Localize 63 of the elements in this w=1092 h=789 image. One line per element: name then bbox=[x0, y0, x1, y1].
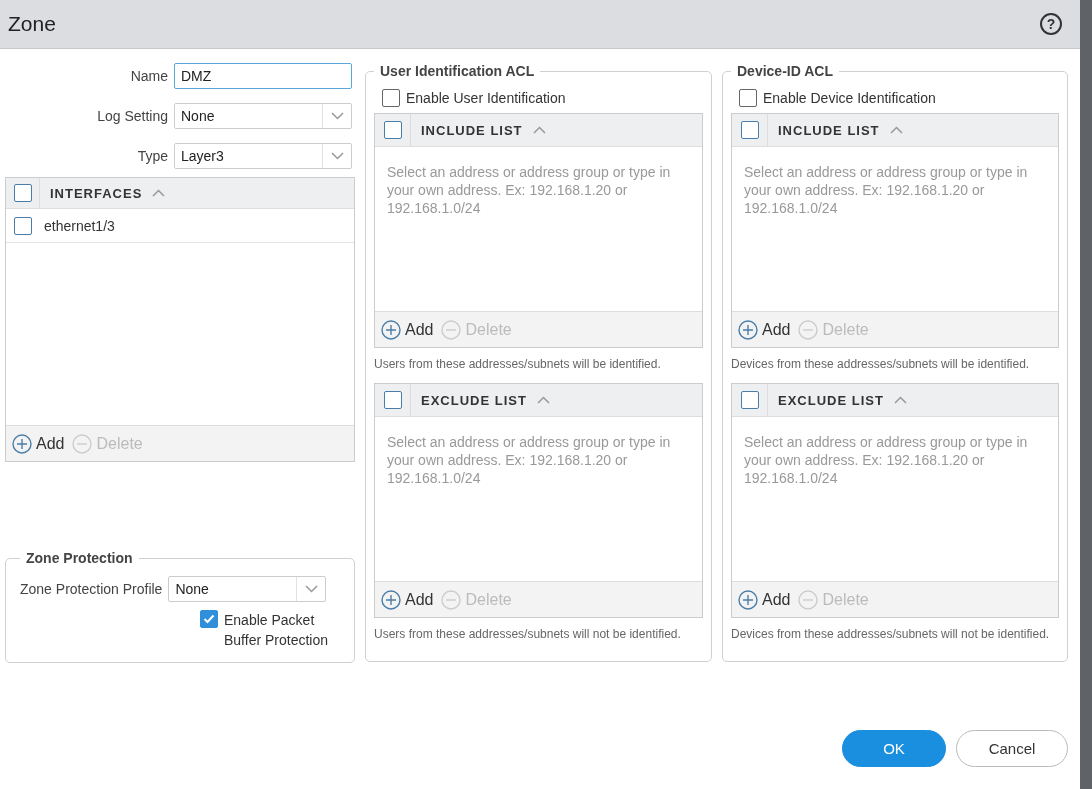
minus-circle-icon bbox=[798, 589, 819, 610]
plus-circle-icon bbox=[738, 319, 758, 340]
group-title: User Identification ACL bbox=[379, 63, 536, 79]
table-cell: ethernet1/3 bbox=[44, 217, 115, 234]
group-title: Device-ID ACL bbox=[736, 63, 834, 79]
checkbox[interactable] bbox=[200, 610, 218, 628]
checkbox[interactable] bbox=[383, 391, 402, 409]
group-title: Zone Protection bbox=[25, 550, 134, 566]
field-label: Zone Protection Profile bbox=[20, 581, 163, 597]
dropdown[interactable]: Layer3 bbox=[174, 143, 352, 169]
checkbox[interactable] bbox=[740, 391, 759, 409]
help-icon[interactable]: ? bbox=[1040, 13, 1062, 35]
checkbox[interactable] bbox=[383, 121, 402, 139]
name-field[interactable]: DMZ bbox=[174, 63, 352, 89]
checkbox[interactable] bbox=[13, 184, 32, 202]
column-header[interactable]: EXCLUDE LIST bbox=[778, 392, 884, 408]
add-button[interactable]: Add bbox=[738, 589, 791, 610]
chevron-up-icon[interactable] bbox=[532, 126, 546, 134]
add-button[interactable]: Add bbox=[381, 319, 434, 340]
checkbox-label: Enable Device Identification bbox=[763, 90, 936, 106]
chevron-down-icon bbox=[304, 585, 318, 593]
minus-circle-icon bbox=[441, 589, 462, 610]
chevron-up-icon[interactable] bbox=[893, 396, 907, 404]
column-header[interactable]: INTERFACES bbox=[50, 185, 143, 201]
minus-circle-icon bbox=[441, 319, 462, 340]
help-text: Users from these addresses/subnets will be identified. bbox=[374, 356, 662, 373]
checkbox[interactable] bbox=[740, 121, 759, 139]
add-button[interactable]: Add bbox=[12, 433, 65, 454]
chevron-down-icon bbox=[330, 152, 344, 160]
chevron-up-icon[interactable] bbox=[889, 126, 903, 134]
checkbox-label: Enable Packet Buffer Protection bbox=[224, 611, 330, 650]
empty-list-hint: Select an address or address group or type in your own address. Ex: 192.168.1.20 or 192.168.1.0/24 bbox=[743, 163, 1029, 218]
minus-circle-icon bbox=[798, 319, 819, 340]
empty-list-hint: Select an address or address group or type in your own address. Ex: 192.168.1.20 or 192.168.1.0/24 bbox=[386, 433, 672, 488]
dropdown[interactable]: None bbox=[174, 103, 352, 129]
field-label: Type bbox=[136, 148, 168, 164]
checkbox[interactable] bbox=[14, 216, 32, 235]
minus-circle-icon bbox=[72, 433, 93, 454]
add-button[interactable]: Add bbox=[381, 589, 434, 610]
field-label: Log Setting bbox=[96, 108, 168, 124]
column-header[interactable]: INCLUDE LIST bbox=[421, 122, 523, 138]
plus-circle-icon bbox=[738, 589, 758, 610]
field-label: Name bbox=[129, 68, 168, 84]
checkbox[interactable] bbox=[739, 89, 757, 107]
help-text: Devices from these addresses/subnets will be identified. bbox=[731, 356, 1031, 373]
plus-circle-icon bbox=[12, 433, 32, 454]
chevron-down-icon bbox=[330, 112, 344, 120]
checkbox[interactable] bbox=[382, 89, 400, 107]
add-button[interactable]: Add bbox=[738, 319, 791, 340]
column-header[interactable]: INCLUDE LIST bbox=[778, 122, 880, 138]
empty-list-hint: Select an address or address group or type in your own address. Ex: 192.168.1.20 or 192.168.1.0/24 bbox=[743, 433, 1029, 488]
chevron-up-icon[interactable] bbox=[536, 396, 550, 404]
help-text: Users from these addresses/subnets will not be identified. bbox=[374, 626, 682, 643]
plus-circle-icon bbox=[381, 319, 401, 340]
plus-circle-icon bbox=[381, 589, 401, 610]
empty-list-hint: Select an address or address group or type in your own address. Ex: 192.168.1.20 or 192.168.1.0/24 bbox=[386, 163, 672, 218]
column-header[interactable]: EXCLUDE LIST bbox=[421, 392, 527, 408]
window-title: Zone bbox=[8, 12, 56, 36]
checkbox-label: Enable User Identification bbox=[406, 90, 566, 106]
chevron-up-icon[interactable] bbox=[152, 189, 166, 197]
cancel-button[interactable]: Cancel bbox=[956, 730, 1068, 767]
help-text: Devices from these addresses/subnets will not be identified. bbox=[731, 626, 1051, 643]
dropdown[interactable]: None bbox=[168, 576, 327, 602]
